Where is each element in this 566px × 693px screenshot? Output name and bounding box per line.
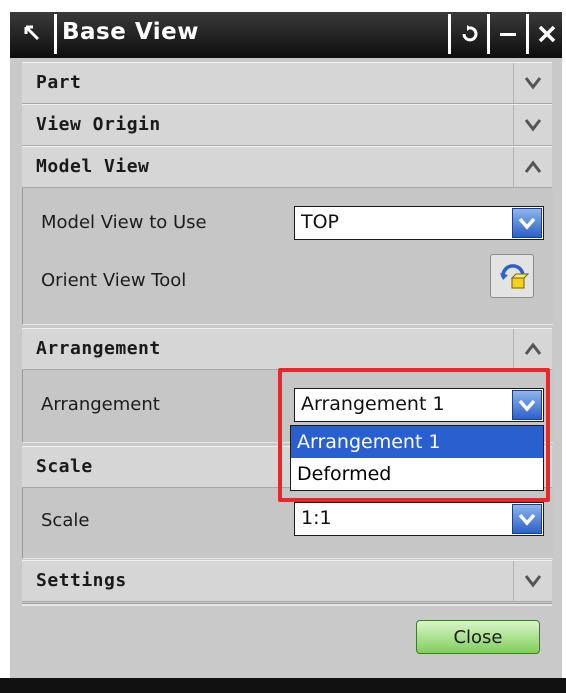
section-header-model-view[interactable]: Model View — [22, 146, 552, 188]
minimize-icon[interactable] — [487, 14, 526, 54]
highlight-box — [278, 368, 550, 502]
section-header-arrangement[interactable]: Arrangement — [22, 328, 552, 370]
chevron-down-icon[interactable] — [513, 561, 552, 601]
chevron-down-icon[interactable] — [513, 105, 552, 145]
pin-icon[interactable] — [12, 14, 57, 54]
section-label-part: Part — [36, 72, 82, 93]
orient-view-tool-button[interactable] — [490, 254, 534, 298]
scale-select[interactable]: 1:1 — [294, 502, 544, 536]
section-header-settings[interactable]: Settings — [22, 560, 552, 602]
arrangement-field-label: Arrangement — [41, 394, 160, 415]
chevron-up-icon[interactable] — [513, 329, 552, 369]
close-icon[interactable] — [526, 14, 565, 54]
title-bar: Base View — [10, 12, 562, 58]
model-view-to-use-label: Model View to Use — [41, 212, 207, 233]
orient-view-icon — [500, 264, 529, 289]
scale-field-label: Scale — [41, 510, 90, 531]
scale-select-value: 1:1 — [301, 507, 332, 529]
bottom-bar — [0, 678, 566, 693]
section-label-scale: Scale — [36, 456, 93, 477]
section-label-arrangement: Arrangement — [36, 338, 161, 359]
chevron-down-icon[interactable] — [513, 63, 552, 103]
section-label-settings: Settings — [36, 570, 127, 591]
reset-icon[interactable] — [448, 14, 487, 54]
divider — [22, 603, 552, 606]
dropdown-arrow-icon[interactable] — [512, 504, 542, 534]
section-header-part[interactable]: Part — [22, 62, 552, 104]
orient-view-tool-label: Orient View Tool — [41, 270, 187, 291]
model-view-select[interactable]: TOP — [294, 206, 544, 240]
section-header-view-origin[interactable]: View Origin — [22, 104, 552, 146]
chevron-up-icon[interactable] — [513, 147, 552, 187]
close-button[interactable]: Close — [416, 620, 540, 654]
dropdown-arrow-icon[interactable] — [512, 208, 542, 238]
dialog-title: Base View — [62, 19, 199, 45]
model-view-select-value: TOP — [301, 211, 340, 233]
section-label-view-origin: View Origin — [36, 114, 161, 135]
section-label-model-view: Model View — [36, 156, 150, 177]
